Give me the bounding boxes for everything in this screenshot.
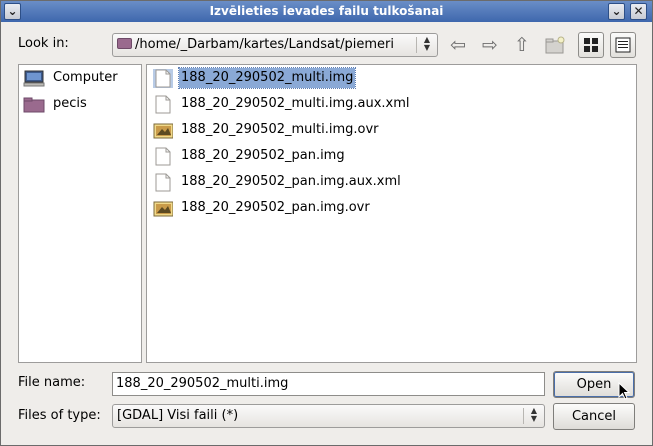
file-name-field[interactable]: 188_20_290502_multi.img	[112, 372, 545, 396]
file-row[interactable]: 188_20_290502_multi.img.ovr	[149, 118, 629, 142]
minimize-icon: ⌄	[611, 4, 622, 18]
title-bar[interactable]: ⌄ Izvēlieties ievades failu tulkošanai ⌄…	[1, 1, 652, 22]
file-list: 188_20_290502_multi.img 188_20_290502_mu…	[146, 64, 637, 363]
detail-view-toggle[interactable]	[610, 32, 636, 58]
file-row[interactable]: 188_20_290502_pan.img.ovr	[149, 196, 629, 220]
window-title: Izvēlieties ievades failu tulkošanai	[209, 4, 444, 18]
close-button[interactable]: ✕	[630, 3, 647, 20]
document-icon	[155, 173, 171, 192]
forward-arrow-icon: ⇨	[482, 34, 498, 56]
file-dialog-window: ⌄ Izvēlieties ievades failu tulkošanai ⌄…	[0, 0, 653, 446]
file-name: 188_20_290502_multi.img.aux.xml	[181, 96, 410, 111]
file-name: 188_20_290502_pan.img.ovr	[181, 200, 370, 215]
document-icon	[153, 69, 173, 88]
file-name: 188_20_290502_pan.img	[181, 148, 345, 163]
combo-separator	[523, 408, 524, 424]
look-in-label: Look in:	[18, 36, 69, 51]
back-button[interactable]: ⇦	[445, 32, 471, 58]
minimize-button[interactable]: ⌄	[608, 3, 625, 20]
image-icon	[153, 201, 173, 217]
new-folder-icon	[545, 36, 565, 54]
sidebar-item-label: Computer	[53, 70, 118, 85]
up-arrow-icon: ⇧	[514, 34, 530, 56]
chevron-down-icon: ⌄	[7, 4, 18, 18]
mouse-cursor-icon	[618, 382, 631, 400]
window-menu-button[interactable]: ⌄	[4, 3, 21, 20]
updown-arrows-icon: ▲ ▼	[423, 35, 431, 52]
files-of-type-label: Files of type:	[18, 408, 101, 423]
list-view-toggle[interactable]	[578, 32, 604, 58]
file-name: 188_20_290502_multi.img.ovr	[181, 122, 379, 137]
document-icon	[155, 147, 171, 166]
file-name: 188_20_290502_pan.img.aux.xml	[181, 174, 401, 189]
folder-icon	[117, 38, 132, 49]
parent-directory-button[interactable]: ⇧	[509, 32, 535, 58]
cancel-button[interactable]: Cancel	[553, 403, 635, 430]
sidebar-item-label: pecis	[53, 96, 87, 111]
file-name: 188_20_290502_multi.img	[177, 67, 357, 89]
updown-arrows-icon: ▲ ▼	[530, 406, 538, 423]
computer-icon	[23, 70, 45, 87]
file-name-label: File name:	[18, 375, 86, 390]
file-row[interactable]: 188_20_290502_pan.img.aux.xml	[149, 170, 629, 194]
files-of-type-combo[interactable]: [GDAL] Visi faili (*) ▲ ▼	[112, 404, 545, 428]
places-sidebar: Computer pecis	[18, 64, 142, 363]
back-arrow-icon: ⇦	[450, 34, 466, 56]
icon-view-icon	[584, 38, 598, 52]
look-in-path: /home/_Darbam/kartes/Landsat/piemeri	[135, 37, 394, 52]
cancel-button-label: Cancel	[571, 409, 617, 424]
close-icon: ✕	[633, 4, 644, 18]
combo-separator	[416, 37, 417, 53]
look-in-combo[interactable]: /home/_Darbam/kartes/Landsat/piemeri ▲ ▼	[112, 33, 438, 57]
file-name-field-value: 188_20_290502_multi.img	[116, 376, 289, 391]
files-of-type-value: [GDAL] Visi faili (*)	[117, 408, 239, 423]
file-row[interactable]: 188_20_290502_multi.img.aux.xml	[149, 92, 629, 116]
forward-button[interactable]: ⇨	[477, 32, 503, 58]
file-row[interactable]: 188_20_290502_pan.img	[149, 144, 629, 168]
folder-icon	[23, 97, 45, 113]
detail-view-icon	[615, 37, 631, 53]
image-icon	[153, 123, 173, 139]
open-button-label: Open	[576, 377, 612, 392]
document-icon	[155, 95, 171, 114]
create-new-folder-button[interactable]	[542, 32, 568, 58]
file-row[interactable]: 188_20_290502_multi.img	[149, 66, 629, 90]
